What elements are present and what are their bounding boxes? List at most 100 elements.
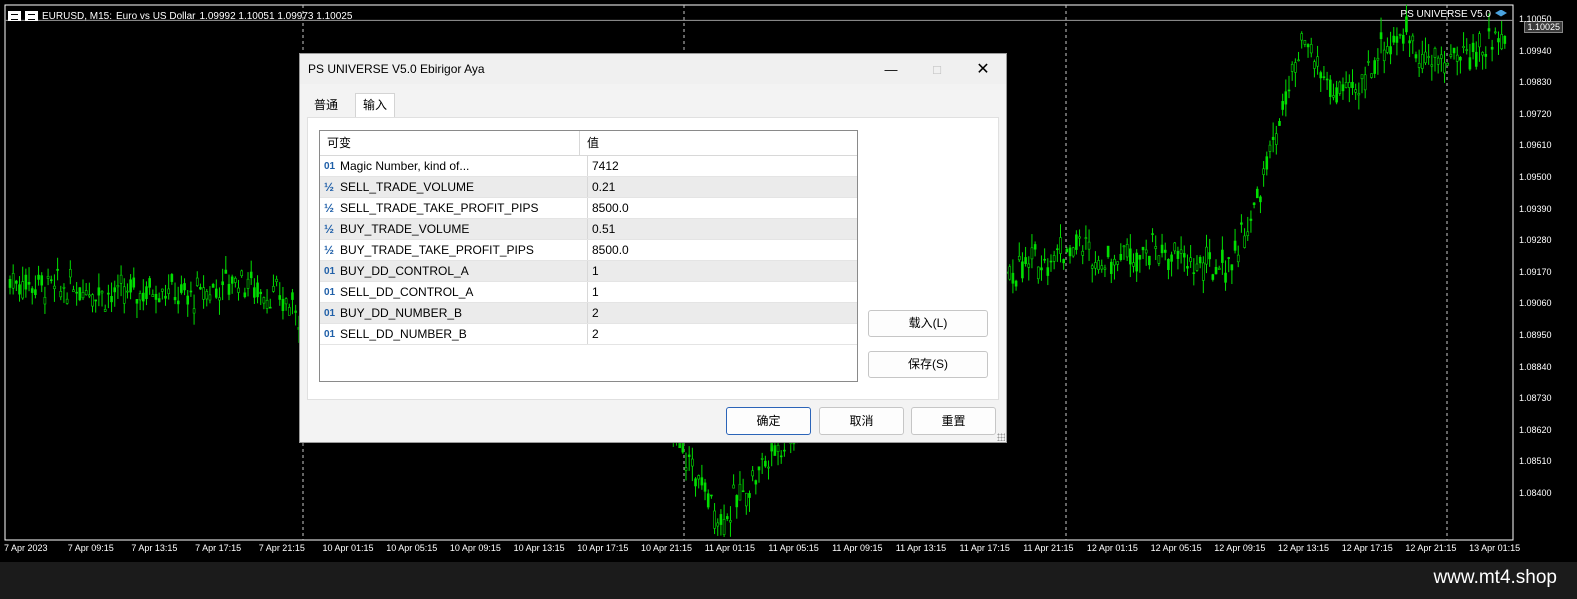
candle-body xyxy=(1265,156,1269,170)
cancel-button[interactable]: 取消 xyxy=(819,407,904,435)
candle-body xyxy=(1348,82,1351,88)
candle-body xyxy=(138,293,142,301)
candle-body xyxy=(1033,244,1037,250)
variable-cell[interactable]: 01 SELL_DD_CONTROL_A xyxy=(320,282,588,302)
value-cell[interactable]: 2 xyxy=(588,303,857,323)
variable-name: SELL_DD_CONTROL_A xyxy=(340,285,474,299)
header-value[interactable]: 值 xyxy=(580,131,857,155)
candle-body xyxy=(224,269,228,274)
candle-body xyxy=(202,287,205,300)
candle-body xyxy=(767,466,770,469)
candle-body xyxy=(84,290,88,296)
candle-body xyxy=(1354,89,1357,93)
ok-button[interactable]: 确定 xyxy=(726,407,811,435)
candle-body xyxy=(30,288,34,293)
value-cell[interactable]: 1 xyxy=(588,282,857,302)
price-label: 1.09170 xyxy=(1519,266,1552,277)
value-cell[interactable]: 2 xyxy=(588,324,857,344)
variable-cell[interactable]: 01 BUY_DD_NUMBER_B xyxy=(320,303,588,323)
save-button[interactable]: 保存(S) xyxy=(868,351,988,378)
candle-body xyxy=(1275,133,1278,145)
table-row[interactable]: ½ BUY_TRADE_TAKE_PROFIT_PIPS 8500.0 xyxy=(320,240,857,261)
price-label: 1.08950 xyxy=(1519,330,1552,340)
variable-cell[interactable]: 01 SELL_DD_NUMBER_B xyxy=(320,324,588,344)
table-row[interactable]: ½ BUY_TRADE_VOLUME 0.51 xyxy=(320,219,857,240)
maximize-icon[interactable]: □ xyxy=(914,54,960,84)
time-label: 11 Apr 21:15 xyxy=(1023,543,1074,553)
candle-body xyxy=(18,284,21,295)
candle-body xyxy=(265,299,269,309)
candle-body xyxy=(164,295,167,299)
reset-button[interactable]: 重置 xyxy=(911,407,996,435)
candle-body xyxy=(78,287,82,301)
variable-cell[interactable]: ½ SELL_TRADE_TAKE_PROFIT_PIPS xyxy=(320,198,588,218)
candle-body xyxy=(1068,247,1072,257)
candle-body xyxy=(1268,144,1272,152)
candle-body xyxy=(211,284,215,288)
candle-body xyxy=(1122,245,1126,248)
candle-body xyxy=(722,519,726,535)
value-cell[interactable]: 1 xyxy=(588,261,857,281)
variable-cell[interactable]: ½ SELL_TRADE_VOLUME xyxy=(320,177,588,197)
table-row[interactable]: 01 Magic Number, kind of... 7412 xyxy=(320,156,857,177)
candle-body xyxy=(1484,54,1488,57)
candle-body xyxy=(157,298,161,303)
candle-body xyxy=(1017,255,1021,261)
candle-body xyxy=(1081,250,1085,256)
candle-body xyxy=(287,307,291,316)
candle-body xyxy=(1221,249,1224,263)
candle-body xyxy=(65,298,69,304)
value-cell[interactable]: 8500.0 xyxy=(588,198,857,218)
candle-body xyxy=(1071,247,1075,257)
minimize-icon[interactable]: — xyxy=(868,54,914,84)
candle-body xyxy=(1205,246,1208,265)
value-cell[interactable]: 7412 xyxy=(588,156,857,176)
variable-cell[interactable]: ½ BUY_TRADE_TAKE_PROFIT_PIPS xyxy=(320,240,588,260)
variable-cell[interactable]: ½ BUY_TRADE_VOLUME xyxy=(320,219,588,239)
candle-body xyxy=(1341,84,1345,92)
price-label: 1.09280 xyxy=(1519,235,1552,246)
candle-body xyxy=(1363,74,1367,91)
candle-body xyxy=(37,274,40,280)
header-variable[interactable]: 可变 xyxy=(320,131,580,155)
variable-cell[interactable]: 01 Magic Number, kind of... xyxy=(320,156,588,176)
candle-body xyxy=(776,445,780,452)
price-label: 1.09610 xyxy=(1519,140,1552,151)
table-row[interactable]: 01 SELL_DD_NUMBER_B 2 xyxy=(320,324,857,345)
tab-inputs[interactable]: 输入 xyxy=(355,93,396,118)
variable-cell[interactable]: 01 BUY_DD_CONTROL_A xyxy=(320,261,588,281)
one-click-trading-icon[interactable] xyxy=(25,11,38,21)
time-label: 10 Apr 13:15 xyxy=(513,543,565,553)
close-icon[interactable]: ✕ xyxy=(960,54,1006,84)
table-row[interactable]: ½ SELL_TRADE_VOLUME 0.21 xyxy=(320,177,857,198)
candle-body xyxy=(1186,266,1189,269)
candle-body xyxy=(1487,28,1491,32)
candle-body xyxy=(1459,56,1462,61)
table-row[interactable]: 01 BUY_DD_CONTROL_A 1 xyxy=(320,261,857,282)
candle-body xyxy=(129,279,132,293)
candle-body xyxy=(275,278,278,282)
candle-body xyxy=(1141,246,1145,251)
ohlc-values: 1.09992 1.10051 1.09973 1.10025 xyxy=(199,10,353,22)
value-cell[interactable]: 0.51 xyxy=(588,219,857,239)
candle-body xyxy=(278,295,282,300)
dialog-titlebar[interactable]: PS UNIVERSE V5.0 Ebirigor Aya — □ ✕ xyxy=(300,54,1006,84)
candle-body xyxy=(1424,51,1427,64)
candle-body xyxy=(1198,257,1202,264)
value-cell[interactable]: 8500.0 xyxy=(588,240,857,260)
tab-general[interactable]: 普通 xyxy=(307,94,345,116)
resize-grip-icon[interactable] xyxy=(997,433,1005,441)
table-row[interactable]: 01 SELL_DD_CONTROL_A 1 xyxy=(320,282,857,303)
candle-body xyxy=(141,292,145,302)
value-cell[interactable]: 0.21 xyxy=(588,177,857,197)
chart-menu-icon[interactable] xyxy=(8,11,21,21)
graduation-cap-icon[interactable] xyxy=(1495,9,1507,17)
candle-body xyxy=(230,276,234,284)
price-label: 1.09500 xyxy=(1519,172,1552,182)
table-row[interactable]: ½ SELL_TRADE_TAKE_PROFIT_PIPS 8500.0 xyxy=(320,198,857,219)
load-button[interactable]: 载入(L) xyxy=(868,310,988,337)
table-row[interactable]: 01 BUY_DD_NUMBER_B 2 xyxy=(320,303,857,324)
time-label: 10 Apr 05:15 xyxy=(386,543,438,553)
candle-body xyxy=(732,484,735,489)
candle-body xyxy=(1252,202,1256,205)
